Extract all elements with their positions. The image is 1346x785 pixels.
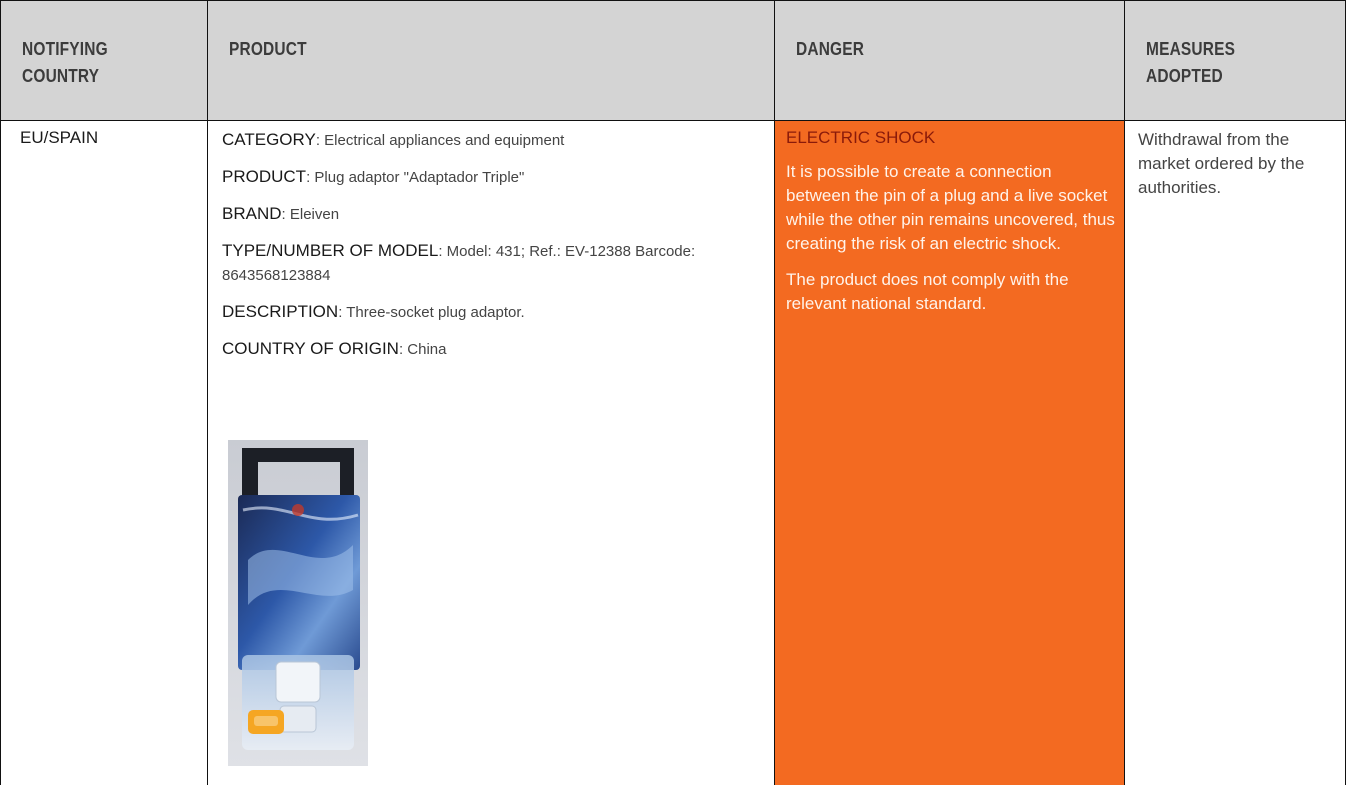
field-label: PRODUCT: [222, 167, 307, 186]
column-rule-2: [774, 0, 775, 785]
column-rule-left: [0, 0, 1, 785]
column-rule-1: [207, 0, 208, 785]
header-danger: DANGER: [796, 36, 864, 63]
field-value: : Three-socket plug adaptor.: [338, 304, 525, 321]
header-line: PRODUCT: [229, 39, 307, 59]
header-measures-adopted: MEASURES ADOPTED: [1146, 36, 1235, 90]
product-details: CATEGORY: Electrical appliances and equi…: [222, 128, 762, 374]
product-field-category: CATEGORY: Electrical appliances and equi…: [222, 128, 762, 153]
product-field-product: PRODUCT: Plug adaptor "Adaptador Triple": [222, 165, 762, 190]
field-label: DESCRIPTION: [222, 302, 339, 321]
table-header-row: [0, 0, 1346, 120]
column-rule-3: [1124, 0, 1125, 785]
product-field-model: TYPE/NUMBER OF MODEL: Model: 431; Ref.: …: [222, 239, 762, 288]
header-line: NOTIFYING: [22, 39, 108, 59]
product-photo: [228, 440, 368, 766]
header-bottom-rule: [0, 120, 1346, 121]
plug-adaptor-package-image: [228, 440, 368, 766]
header-line: MEASURES: [1146, 39, 1236, 59]
rapex-notification-table: NOTIFYING COUNTRY PRODUCT DANGER MEASURE…: [0, 0, 1346, 785]
notifying-country-value: EU/SPAIN: [20, 128, 99, 147]
field-value: : Eleiven: [281, 206, 340, 223]
field-value: : Plug adaptor "Adaptador Triple": [306, 169, 525, 186]
danger-paragraph: The product does not comply with the rel…: [786, 270, 1069, 313]
field-value: : China: [398, 341, 447, 358]
danger-description: ELECTRIC SHOCK It is possible to create …: [786, 128, 1116, 328]
danger-title: ELECTRIC SHOCK: [786, 128, 936, 147]
field-label: CATEGORY: [222, 130, 316, 149]
header-line: DANGER: [796, 39, 865, 59]
field-label: COUNTRY OF ORIGIN: [222, 339, 399, 358]
product-field-brand: BRAND: Eleiven: [222, 202, 762, 227]
field-label: TYPE/NUMBER OF MODEL: [222, 241, 439, 260]
product-field-description: DESCRIPTION: Three-socket plug adaptor.: [222, 300, 762, 325]
measures-adopted-value: Withdrawal from the market ordered by th…: [1138, 130, 1305, 197]
danger-paragraph: It is possible to create a connection be…: [786, 162, 1115, 253]
field-label: BRAND: [222, 204, 282, 223]
header-product: PRODUCT: [229, 36, 307, 63]
table-top-rule: [0, 0, 1346, 1]
header-line: ADOPTED: [1146, 66, 1223, 86]
header-notifying-country: NOTIFYING COUNTRY: [22, 36, 108, 90]
product-field-origin: COUNTRY OF ORIGIN: China: [222, 337, 762, 362]
header-line: COUNTRY: [22, 66, 100, 86]
field-value: : Electrical appliances and equipment: [315, 132, 565, 149]
